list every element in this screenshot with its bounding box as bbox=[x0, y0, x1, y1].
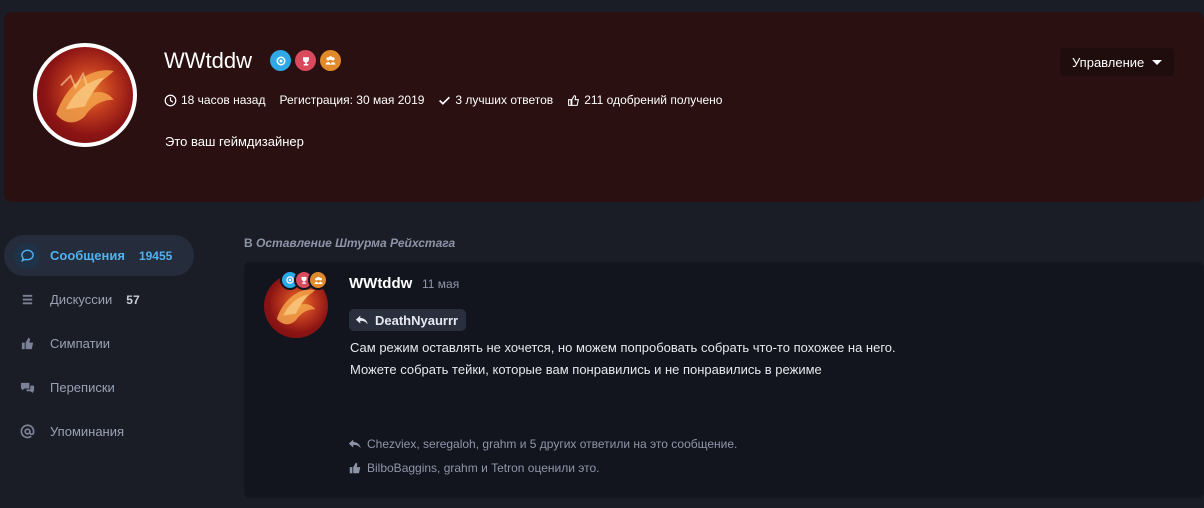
registration: Регистрация: 30 мая 2019 bbox=[279, 93, 424, 107]
group-icon[interactable] bbox=[320, 50, 341, 71]
profile-status: Это ваш геймдизайнер bbox=[165, 134, 304, 149]
swirl-icon[interactable] bbox=[270, 50, 291, 71]
breadcrumb-prefix: В bbox=[244, 236, 253, 250]
post-avatar-badges bbox=[280, 270, 328, 290]
reply-icon bbox=[348, 439, 361, 449]
reply-icon bbox=[355, 315, 368, 325]
reactions-received[interactable]: 211 одобрений получено bbox=[567, 93, 722, 107]
profile-meta: 18 часов назад Регистрация: 30 мая 2019 … bbox=[164, 93, 722, 107]
caret-down-icon bbox=[1152, 59, 1163, 65]
breadcrumb-thread[interactable]: Оставление Штурма Рейхстага bbox=[256, 236, 455, 250]
thumbs-up-icon bbox=[349, 462, 361, 474]
profile-banner bbox=[4, 12, 1204, 202]
profile-sidebar: Сообщения 19455 Дискуссии 57 Симпатии Пе… bbox=[4, 235, 194, 455]
post-card: WWtddw 11 мая DeathNyaurrr Сам режим ост… bbox=[244, 262, 1204, 498]
list-icon bbox=[14, 287, 40, 313]
group-icon[interactable] bbox=[308, 270, 328, 290]
post-line: Сам режим оставлять не хочется, но можем… bbox=[350, 340, 896, 355]
chat-icon bbox=[14, 375, 40, 401]
manage-button[interactable]: Управление bbox=[1060, 48, 1175, 76]
sidebar-item-label: Симпатии bbox=[50, 336, 111, 351]
reactions-text: 211 одобрений получено bbox=[584, 93, 723, 107]
profile-badges bbox=[270, 50, 341, 71]
best-answers-text: 3 лучших ответов bbox=[455, 93, 554, 107]
manage-label: Управление bbox=[1072, 54, 1145, 70]
trophy-icon[interactable] bbox=[295, 50, 316, 71]
likes-text: BilboBaggins, grahm и Tetron оценили это… bbox=[367, 461, 600, 475]
sidebar-item-conversations[interactable]: Переписки bbox=[4, 367, 194, 408]
best-answers[interactable]: 3 лучших ответов bbox=[438, 93, 553, 107]
message-icon bbox=[14, 242, 40, 269]
sidebar-item-likes[interactable]: Симпатии bbox=[4, 323, 194, 364]
sidebar-item-messages[interactable]: Сообщения 19455 bbox=[4, 235, 194, 276]
last-seen-text: 18 часов назад bbox=[181, 93, 266, 107]
post-body: Сам режим оставлять не хочется, но можем… bbox=[350, 337, 896, 381]
registration-text: Регистрация: 30 мая 2019 bbox=[279, 93, 425, 107]
sidebar-item-label: Упоминания bbox=[50, 424, 125, 439]
clock-icon bbox=[164, 94, 177, 106]
thread-breadcrumb[interactable]: В Оставление Штурма Рейхстага bbox=[244, 236, 455, 250]
sidebar-item-label: Дискуссии bbox=[50, 292, 113, 307]
sidebar-item-count: 19455 bbox=[138, 248, 173, 263]
profile-avatar[interactable] bbox=[33, 43, 137, 147]
sidebar-item-label: Сообщения bbox=[50, 248, 125, 263]
post-date[interactable]: 11 мая bbox=[422, 277, 459, 291]
thumbs-up-icon bbox=[14, 331, 40, 357]
replies-summary[interactable]: Chezviex, seregaloh, grahm и 5 других от… bbox=[348, 437, 737, 451]
post-line: Можете собрать тейки, которые вам понрав… bbox=[350, 362, 822, 377]
check-icon bbox=[439, 96, 451, 105]
sidebar-item-label: Переписки bbox=[50, 380, 115, 395]
at-icon bbox=[14, 419, 40, 445]
thumbs-up-icon bbox=[568, 94, 580, 106]
last-seen: 18 часов назад bbox=[164, 93, 265, 107]
sidebar-item-discussions[interactable]: Дискуссии 57 bbox=[4, 279, 194, 320]
sidebar-item-count: 57 bbox=[126, 292, 140, 307]
quoted-user-chip[interactable]: DeathNyaurrr bbox=[349, 309, 467, 331]
post-author[interactable]: WWtddw bbox=[349, 275, 412, 292]
quoted-user-name: DeathNyaurrr bbox=[375, 312, 459, 328]
sidebar-item-mentions[interactable]: Упоминания bbox=[4, 411, 194, 452]
replies-text: Chezviex, seregaloh, grahm и 5 других от… bbox=[367, 437, 738, 451]
likes-summary[interactable]: BilboBaggins, grahm и Tetron оценили это… bbox=[348, 461, 599, 475]
profile-username: WWtddw bbox=[164, 48, 252, 73]
